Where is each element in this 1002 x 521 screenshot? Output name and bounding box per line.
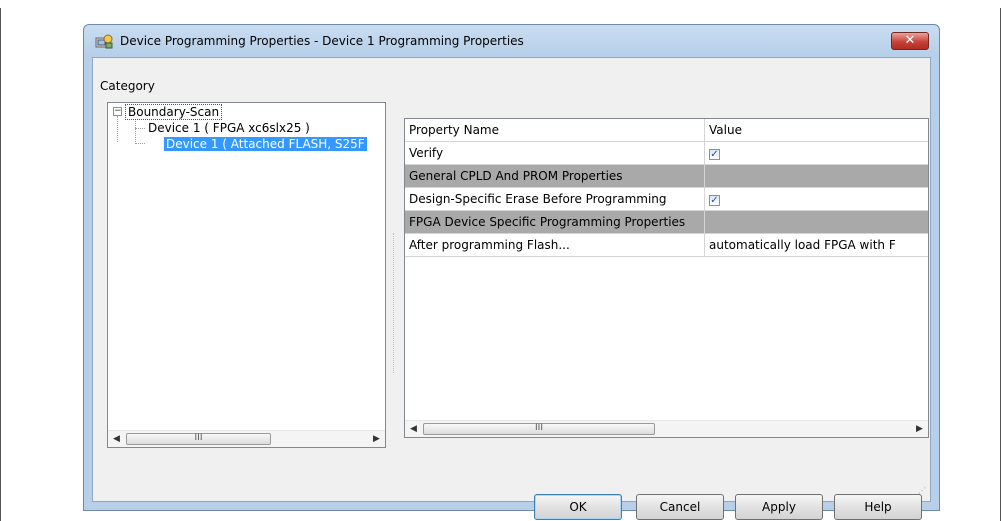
property-group-value: [705, 165, 928, 187]
dialog-client-area: Category − Boundary-Scan Device 1 ( FPGA…: [92, 57, 931, 520]
grid-header-row: Property Name Value: [405, 119, 928, 142]
scroll-grip-icon: III: [194, 433, 203, 443]
tree-item-label: Device 1 ( Attached FLASH, S25F: [164, 137, 367, 151]
property-grid[interactable]: Property Name Value Verify ✓ General CPL…: [404, 118, 929, 438]
tree-item-label: Boundary-Scan: [124, 104, 223, 120]
programming-device-icon: [95, 34, 113, 50]
property-group-value: [705, 211, 928, 233]
close-icon: ✕: [904, 33, 916, 48]
property-row-erase[interactable]: Design-Specific Erase Before Programming…: [405, 188, 928, 211]
verify-checkbox[interactable]: ✓: [709, 149, 720, 160]
title-bar[interactable]: Device Programming Properties - Device 1…: [84, 25, 939, 57]
frame-left-border: [0, 8, 1, 521]
cancel-button[interactable]: Cancel: [636, 494, 724, 520]
property-row-after-programming[interactable]: After programming Flash... automatically…: [405, 234, 928, 257]
tree-connector: [135, 143, 145, 144]
scroll-grip-icon: III: [535, 423, 543, 433]
tree-item-device-fpga[interactable]: Device 1 ( FPGA xc6slx25 ): [148, 120, 310, 136]
check-icon: ✓: [710, 195, 719, 206]
category-tree[interactable]: − Boundary-Scan Device 1 ( FPGA xc6slx25…: [107, 102, 386, 448]
window-title: Device Programming Properties - Device 1…: [120, 34, 524, 48]
scroll-thumb[interactable]: III: [126, 433, 271, 445]
scroll-right-icon[interactable]: ▶: [368, 431, 385, 447]
property-value[interactable]: ✓: [705, 142, 928, 164]
grid-horizontal-scrollbar[interactable]: ◀ III ▶: [405, 420, 928, 437]
tree-item-device-flash[interactable]: Device 1 ( Attached FLASH, S25F: [164, 136, 367, 152]
tree-collapse-icon[interactable]: −: [113, 107, 122, 116]
apply-button[interactable]: Apply: [735, 494, 823, 520]
tree-connector: [135, 121, 136, 142]
resize-grip-icon[interactable]: ⋰: [918, 487, 928, 499]
property-row-verify[interactable]: Verify ✓: [405, 142, 928, 165]
tree-item-boundary-scan[interactable]: Boundary-Scan: [124, 104, 223, 120]
column-header-value[interactable]: Value: [705, 119, 928, 141]
tree-horizontal-scrollbar[interactable]: ◀ III ▶: [108, 430, 385, 447]
panel-splitter[interactable]: [393, 233, 397, 373]
property-group-name: General CPLD And PROM Properties: [405, 165, 705, 187]
tree-item-label: Device 1 ( FPGA xc6slx25 ): [148, 121, 310, 135]
ok-button[interactable]: OK: [534, 494, 622, 520]
scroll-thumb[interactable]: III: [423, 423, 655, 435]
property-group-row: FPGA Device Specific Programming Propert…: [405, 211, 928, 234]
close-button[interactable]: ✕: [891, 32, 929, 50]
category-label: Category: [100, 79, 155, 93]
scroll-right-icon[interactable]: ▶: [911, 421, 928, 437]
property-group-name: FPGA Device Specific Programming Propert…: [405, 211, 705, 233]
property-name: After programming Flash...: [405, 234, 705, 256]
erase-checkbox[interactable]: ✓: [709, 195, 720, 206]
scroll-left-icon[interactable]: ◀: [405, 421, 422, 437]
tree-connector: [117, 116, 118, 142]
property-name: Verify: [405, 142, 705, 164]
dialog-window: Device Programming Properties - Device 1…: [83, 24, 940, 520]
property-value[interactable]: ✓: [705, 188, 928, 210]
check-icon: ✓: [710, 149, 719, 160]
frame-right-border: [1000, 8, 1001, 521]
property-value-dropdown[interactable]: automatically load FPGA with F: [705, 234, 928, 256]
property-group-row: General CPLD And PROM Properties: [405, 165, 928, 188]
scroll-left-icon[interactable]: ◀: [108, 431, 125, 447]
column-header-property-name[interactable]: Property Name: [405, 119, 705, 141]
property-name: Design-Specific Erase Before Programming: [405, 188, 705, 210]
help-button[interactable]: Help: [834, 494, 922, 520]
tree-connector: [135, 128, 145, 129]
